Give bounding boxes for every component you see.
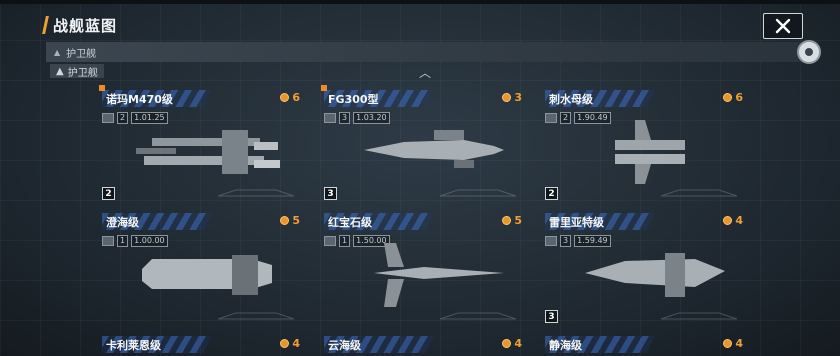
blueprint-card[interactable]: 云海级 4 xyxy=(324,336,522,356)
cost-value: 4 xyxy=(514,337,522,350)
cost-value: 6 xyxy=(292,91,300,104)
wireframe-decor xyxy=(439,189,517,197)
coin-icon xyxy=(723,93,733,102)
module-icon xyxy=(102,113,114,123)
ship-image xyxy=(142,255,272,295)
module-icon xyxy=(324,113,336,123)
blueprint-cost: 4 xyxy=(280,337,300,350)
cost-value: 4 xyxy=(292,337,300,350)
card-header: 卡利莱恩级 xyxy=(102,336,212,353)
ship-name: FG300型 xyxy=(328,92,379,106)
wireframe-decor xyxy=(660,312,738,320)
wireframe-decor xyxy=(217,189,295,197)
coin-icon xyxy=(502,216,512,225)
collapse-chevron-icon[interactable]: ︿ xyxy=(419,64,431,81)
wireframe-decor xyxy=(660,189,738,197)
triangle-up-icon: ▲ xyxy=(54,47,61,57)
ship-image xyxy=(615,120,685,184)
triangle-up-icon: ▲ xyxy=(56,65,64,77)
close-button[interactable] xyxy=(763,13,803,39)
blueprint-cost: 4 xyxy=(723,214,743,227)
ship-image xyxy=(374,243,504,307)
card-header: 雷里亚特级 xyxy=(545,213,655,230)
coin-icon xyxy=(723,339,733,348)
coin-icon xyxy=(280,93,290,102)
blueprint-card[interactable]: FG300型 3 3 1.03.20 3 xyxy=(321,85,522,202)
cost-value: 4 xyxy=(735,214,743,227)
blueprint-card[interactable]: 诺玛M470级 6 2 1.01.25 2 xyxy=(99,85,300,202)
blueprint-card[interactable]: 红宝石级 5 1 1.50.00 xyxy=(324,213,522,325)
coin-icon xyxy=(723,216,733,225)
ship-name: 雷里亚特级 xyxy=(549,215,604,229)
ship-name: 云海级 xyxy=(328,338,361,352)
blueprint-card[interactable]: 卡利莱恩级 4 xyxy=(102,336,300,356)
cost-value: 5 xyxy=(292,214,300,227)
module-icon xyxy=(545,113,557,123)
filter-toggle-knob[interactable] xyxy=(797,40,821,64)
blueprint-cost: 5 xyxy=(502,214,522,227)
blueprint-cost: 4 xyxy=(502,337,522,350)
cost-value: 4 xyxy=(735,337,743,350)
cost-value: 6 xyxy=(735,91,743,104)
filter-option[interactable]: ▲ 护卫舰 xyxy=(50,64,104,79)
card-header: 云海级 xyxy=(324,336,434,353)
module-icon xyxy=(545,236,557,246)
card-header: 澄海级 xyxy=(102,213,212,230)
ship-image xyxy=(364,130,504,168)
card-header: 诺玛M470级 xyxy=(102,90,212,107)
page-title-text: 战舰蓝图 xyxy=(53,16,118,35)
cost-value: 5 xyxy=(514,214,522,227)
card-header: 红宝石级 xyxy=(324,213,434,230)
module-icon xyxy=(324,236,336,246)
coin-icon xyxy=(280,216,290,225)
card-header: 刺水母级 xyxy=(545,90,655,107)
coin-icon xyxy=(502,339,512,348)
blueprint-cost: 6 xyxy=(723,91,743,104)
tier-badge: 2 xyxy=(545,187,558,200)
ship-name: 刺水母级 xyxy=(549,92,593,106)
cost-value: 3 xyxy=(514,91,522,104)
blueprint-cost: 4 xyxy=(723,337,743,350)
blueprint-cost: 3 xyxy=(502,91,522,104)
blueprint-card[interactable]: 澄海级 5 1 1.00.00 xyxy=(102,213,300,325)
blueprint-card[interactable]: 雷里亚特级 4 3 1.59.49 3 xyxy=(545,213,743,325)
new-marker xyxy=(99,85,105,91)
wireframe-decor xyxy=(439,312,517,320)
blueprint-cost: 5 xyxy=(280,214,300,227)
tier-badge: 3 xyxy=(324,187,337,200)
ship-name: 诺玛M470级 xyxy=(106,92,173,106)
page-title: 战舰蓝图 xyxy=(42,14,118,36)
ship-name: 红宝石级 xyxy=(328,215,372,229)
ship-name: 卡利莱恩级 xyxy=(106,338,161,352)
card-header: FG300型 xyxy=(324,90,434,107)
tier-badge: 2 xyxy=(102,187,115,200)
wireframe-decor xyxy=(217,312,295,320)
blueprint-cost: 6 xyxy=(280,91,300,104)
filter-option-label: 护卫舰 xyxy=(67,67,98,79)
ship-name: 澄海级 xyxy=(106,215,139,229)
new-marker xyxy=(321,85,327,91)
filter-selected-label: 护卫舰 xyxy=(66,48,97,60)
ship-image xyxy=(585,253,725,297)
close-icon xyxy=(775,18,791,34)
module-icon xyxy=(102,236,114,246)
blueprint-card[interactable]: 刺水母级 6 2 1.90.49 2 xyxy=(545,90,743,202)
blueprint-card[interactable]: 静海级 4 xyxy=(545,336,743,356)
coin-icon xyxy=(502,93,512,102)
ship-image xyxy=(136,130,280,174)
tier-badge: 3 xyxy=(545,310,558,323)
coin-icon xyxy=(280,339,290,348)
top-strip xyxy=(0,0,840,4)
card-header: 静海级 xyxy=(545,336,655,353)
ship-name: 静海级 xyxy=(549,338,582,352)
class-filter-dropdown[interactable]: ▲ 护卫舰 xyxy=(46,42,816,62)
title-accent-bar xyxy=(42,16,49,34)
